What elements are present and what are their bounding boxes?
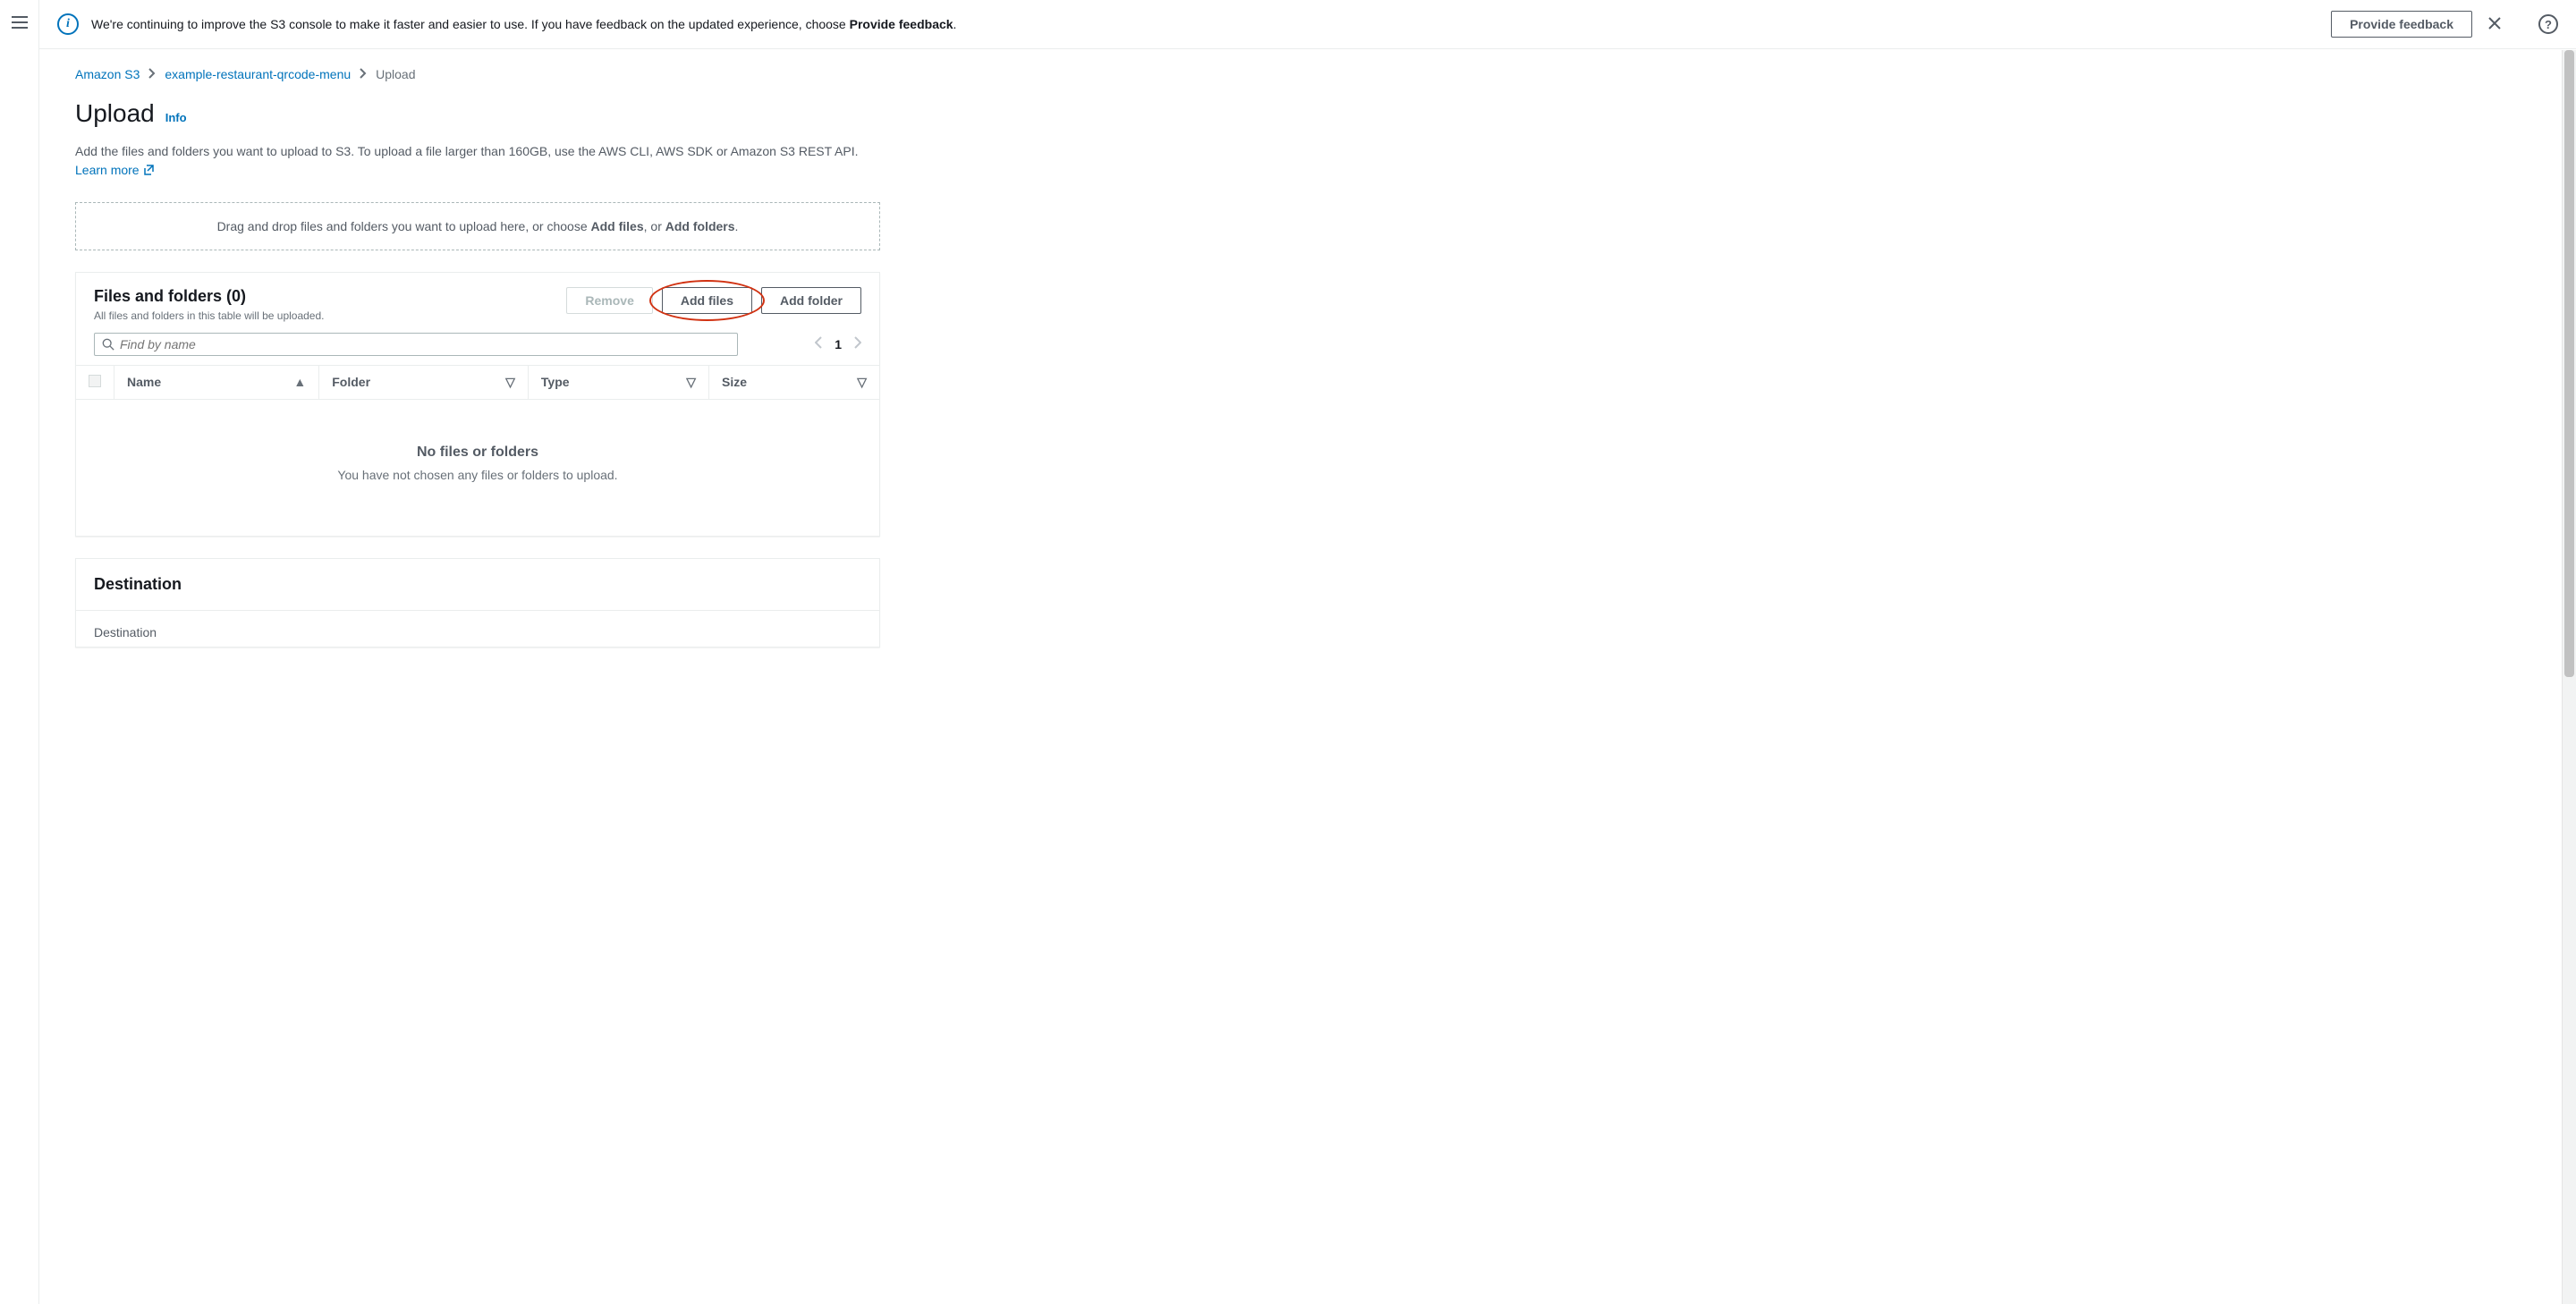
- column-name[interactable]: Name ▲: [114, 365, 319, 399]
- sort-icon: ▽: [505, 375, 515, 390]
- banner-text: We're continuing to improve the S3 conso…: [91, 17, 2318, 31]
- search-icon: [102, 338, 114, 351]
- scrollbar-thumb[interactable]: [2564, 50, 2574, 677]
- dropzone-bold2: Add folders: [665, 219, 735, 233]
- banner-text-before: We're continuing to improve the S3 conso…: [91, 17, 850, 31]
- hamburger-icon[interactable]: [6, 11, 33, 37]
- provide-feedback-button[interactable]: Provide feedback: [2331, 11, 2472, 38]
- checkbox-disabled-icon: [89, 375, 101, 387]
- empty-title: No files or folders: [94, 445, 861, 461]
- learn-more-text: Learn more: [75, 163, 140, 177]
- help-icon[interactable]: ?: [2538, 14, 2558, 34]
- learn-more-link[interactable]: Learn more: [75, 163, 154, 177]
- page-number: 1: [835, 337, 842, 351]
- chevron-right-icon: [148, 67, 156, 81]
- breadcrumb-current: Upload: [376, 67, 415, 81]
- close-icon[interactable]: [2485, 13, 2504, 36]
- files-panel-subtitle: All files and folders in this table will…: [94, 309, 324, 322]
- previous-page-icon[interactable]: [815, 336, 822, 351]
- search-input[interactable]: [120, 337, 730, 351]
- external-link-icon: [143, 162, 154, 181]
- breadcrumb-link-bucket[interactable]: example-restaurant-qrcode-menu: [165, 67, 351, 81]
- scrollbar[interactable]: [2562, 50, 2576, 1304]
- destination-panel: Destination Destination: [75, 558, 880, 648]
- column-name-label: Name: [127, 375, 161, 389]
- breadcrumb: Amazon S3 example-restaurant-qrcode-menu…: [75, 67, 2540, 81]
- info-icon: i: [57, 13, 79, 35]
- sort-asc-icon: ▲: [293, 375, 306, 389]
- files-panel: Files and folders (0) All files and fold…: [75, 272, 880, 537]
- info-link[interactable]: Info: [165, 111, 187, 124]
- column-folder-label: Folder: [332, 375, 370, 389]
- column-size-label: Size: [722, 375, 747, 389]
- search-box[interactable]: [94, 333, 738, 356]
- chevron-right-icon: [360, 67, 367, 81]
- column-size[interactable]: Size ▽: [709, 365, 879, 399]
- pagination: 1: [815, 336, 861, 351]
- column-type-label: Type: [541, 375, 570, 389]
- breadcrumb-link-amazons3[interactable]: Amazon S3: [75, 67, 140, 81]
- banner-text-bold: Provide feedback: [850, 17, 953, 31]
- description-text: Add the files and folders you want to up…: [75, 144, 859, 158]
- remove-button: Remove: [566, 287, 652, 314]
- files-table: Name ▲ Folder ▽ Type ▽: [76, 365, 879, 400]
- drop-zone[interactable]: Drag and drop files and folders you want…: [75, 202, 880, 250]
- page-description: Add the files and folders you want to up…: [75, 142, 880, 181]
- add-files-button[interactable]: Add files: [662, 287, 752, 314]
- add-folder-button[interactable]: Add folder: [761, 287, 861, 314]
- column-type[interactable]: Type ▽: [528, 365, 708, 399]
- destination-panel-title: Destination: [94, 575, 182, 594]
- dropzone-mid: , or: [644, 219, 665, 233]
- dropzone-after: .: [735, 219, 739, 233]
- banner-text-after: .: [953, 17, 957, 31]
- files-panel-title: Files and folders (0): [94, 287, 324, 306]
- empty-state: No files or folders You have not chosen …: [76, 400, 879, 536]
- info-banner: i We're continuing to improve the S3 con…: [39, 0, 2576, 49]
- dropzone-text1: Drag and drop files and folders you want…: [217, 219, 591, 233]
- select-all-header: [76, 365, 114, 399]
- page-title: Upload: [75, 99, 155, 128]
- sort-icon: ▽: [857, 375, 867, 390]
- column-folder[interactable]: Folder ▽: [319, 365, 529, 399]
- dropzone-bold1: Add files: [591, 219, 644, 233]
- sort-icon: ▽: [686, 375, 696, 390]
- empty-subtitle: You have not chosen any files or folders…: [94, 468, 861, 482]
- next-page-icon[interactable]: [854, 336, 861, 351]
- destination-label: Destination: [94, 625, 861, 639]
- sidebar-collapsed: [0, 0, 39, 1304]
